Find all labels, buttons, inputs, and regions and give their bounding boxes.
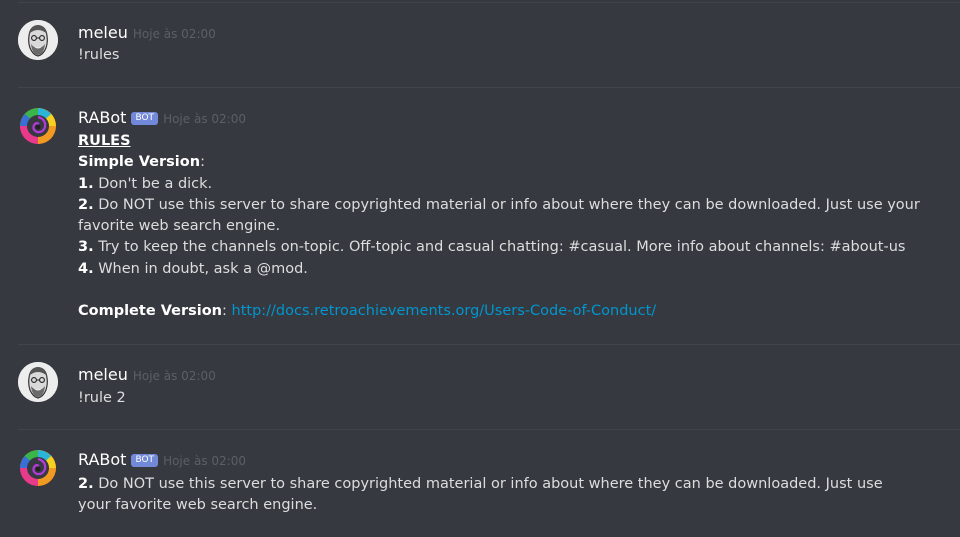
- user-avatar[interactable]: [18, 20, 58, 60]
- rule-item: 3. Try to keep the channels on-topic. Of…: [78, 237, 950, 258]
- message-header: meleu Hoje às 02:00: [78, 365, 216, 386]
- message-text: !rules: [78, 47, 120, 63]
- rule-number: 2.: [78, 476, 94, 492]
- rules-heading: RULES: [78, 133, 131, 149]
- message-header: meleu Hoje às 02:00: [78, 23, 216, 44]
- rule-text: Try to keep the channels on-topic. Off-t…: [93, 239, 906, 256]
- message-divider: [18, 87, 960, 88]
- rule-text: When in doubt, ask a @mod.: [93, 260, 308, 277]
- user-avatar[interactable]: [18, 362, 58, 402]
- timestamp: Hoje às 02:00: [163, 454, 246, 468]
- complete-version-colon: :: [222, 303, 232, 320]
- message-divider: [18, 429, 960, 430]
- rule-number: 3.: [78, 239, 94, 256]
- message-header: RABot BOT Hoje às 02:00: [78, 108, 246, 129]
- bearded-man-avatar-icon: [18, 20, 58, 60]
- message-content: !rule 2: [78, 388, 950, 409]
- bot-tag: BOT: [131, 454, 159, 467]
- bot-tag: BOT: [131, 112, 159, 125]
- code-of-conduct-link[interactable]: http://docs.retroachievements.org/Users-…: [232, 303, 657, 319]
- username[interactable]: meleu: [78, 23, 128, 42]
- message-text: !rule 2: [78, 390, 126, 406]
- timestamp: Hoje às 02:00: [163, 112, 246, 126]
- rule-item: 4. When in doubt, ask a @mod.: [78, 259, 950, 280]
- bot-avatar[interactable]: [18, 106, 58, 146]
- bot-avatar[interactable]: [18, 448, 58, 488]
- message-header: RABot BOT Hoje às 02:00: [78, 450, 246, 471]
- rainbow-swirl-avatar-icon: [20, 108, 56, 144]
- rule-item: 1. Don't be a dick.: [78, 174, 950, 195]
- message-divider: [18, 344, 960, 345]
- chat-messages: meleu Hoje às 02:00 !rules RABot BOT Hoje à: [0, 0, 960, 537]
- simple-version-label: Simple Version: [78, 154, 201, 171]
- rule-item: 2. Do NOT use this server to share copyr…: [78, 474, 900, 517]
- rule-text: Do NOT use this server to share copyrigh…: [78, 476, 883, 514]
- rule-number: 4.: [78, 260, 94, 277]
- message-content: RULES Simple Version: 1. Don't be a dick…: [78, 131, 950, 323]
- timestamp: Hoje às 02:00: [132, 369, 216, 383]
- username[interactable]: RABot: [78, 450, 126, 469]
- bearded-man-avatar-icon: [18, 362, 58, 402]
- rainbow-swirl-avatar-icon: [20, 450, 56, 486]
- message-content: !rules: [78, 45, 950, 66]
- username[interactable]: meleu: [78, 365, 128, 384]
- rule-item: 2. Do NOT use this server to share copyr…: [78, 195, 950, 238]
- simple-version-colon: :: [200, 154, 205, 171]
- rule-number: 1.: [78, 175, 94, 192]
- complete-version-label: Complete Version: [78, 303, 223, 320]
- message-divider: [18, 2, 960, 3]
- rule-number: 2.: [78, 196, 94, 213]
- rule-text: Do NOT use this server to share copyrigh…: [78, 196, 920, 235]
- timestamp: Hoje às 02:00: [132, 27, 216, 41]
- rule-text: Don't be a dick.: [93, 175, 213, 192]
- username[interactable]: RABot: [78, 108, 126, 127]
- message-content: 2. Do NOT use this server to share copyr…: [78, 474, 900, 517]
